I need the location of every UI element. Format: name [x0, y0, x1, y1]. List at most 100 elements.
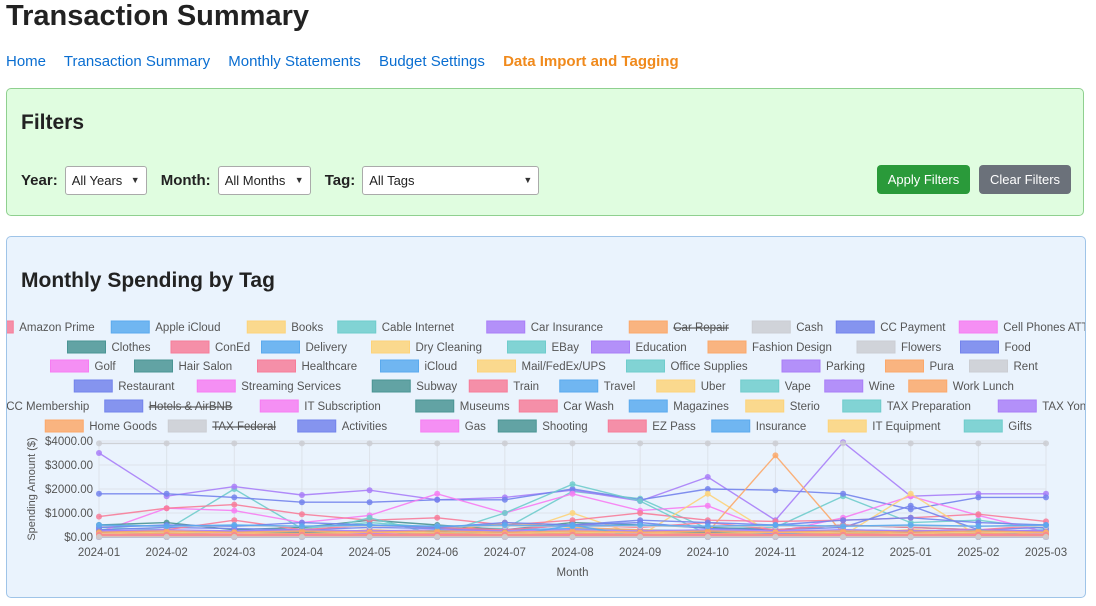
- data-point[interactable]: [840, 440, 847, 447]
- data-point[interactable]: [434, 440, 441, 447]
- legend-item-icloud[interactable]: iCloud: [380, 359, 458, 373]
- legend-item-it-subscription[interactable]: IT Subscription: [259, 399, 381, 413]
- legend-item-dry-cleaning[interactable]: Dry Cleaning: [371, 340, 482, 354]
- data-point[interactable]: [366, 522, 373, 528]
- data-point[interactable]: [1043, 534, 1049, 540]
- data-point[interactable]: [637, 498, 644, 504]
- legend-item-parking[interactable]: Parking: [781, 359, 865, 373]
- legend-item-ez-pass[interactable]: EZ Pass: [607, 419, 696, 433]
- legend-item-tax-yonkers[interactable]: TAX Yonkers: [997, 399, 1085, 413]
- legend-item-flowers[interactable]: Flowers: [856, 340, 942, 354]
- data-point[interactable]: [434, 514, 441, 521]
- data-point[interactable]: [434, 534, 441, 540]
- data-point[interactable]: [975, 440, 982, 447]
- data-point[interactable]: [975, 523, 982, 530]
- nav-budget-settings[interactable]: Budget Settings: [379, 53, 485, 70]
- data-point[interactable]: [907, 522, 914, 528]
- data-point[interactable]: [704, 440, 711, 447]
- data-point[interactable]: [569, 523, 576, 530]
- data-point[interactable]: [840, 490, 847, 497]
- data-point[interactable]: [772, 522, 779, 528]
- data-point[interactable]: [975, 511, 982, 518]
- data-point[interactable]: [231, 522, 238, 528]
- data-point[interactable]: [366, 440, 373, 447]
- data-point[interactable]: [163, 490, 170, 497]
- legend-item-tax-preparation[interactable]: TAX Preparation: [842, 399, 971, 413]
- data-point[interactable]: [840, 517, 847, 524]
- data-point[interactable]: [772, 440, 779, 447]
- legend-item-office-supplies[interactable]: Office Supplies: [626, 359, 748, 373]
- data-point[interactable]: [1043, 522, 1049, 528]
- apply-filters-button[interactable]: Apply Filters: [877, 165, 970, 194]
- data-point[interactable]: [637, 534, 644, 540]
- legend-item-shooting[interactable]: Shooting: [497, 419, 588, 433]
- data-point[interactable]: [704, 474, 711, 480]
- data-point[interactable]: [1043, 440, 1049, 447]
- legend-item-hotels-airbnb[interactable]: Hotels & AirBNB: [104, 399, 233, 413]
- legend-item-coned[interactable]: ConEd: [170, 340, 250, 354]
- legend-item-streaming-services[interactable]: Streaming Services: [196, 379, 341, 393]
- legend-item-tax-federal[interactable]: TAX Federal: [167, 419, 276, 433]
- data-point[interactable]: [298, 523, 305, 530]
- legend-item-hair-salon[interactable]: Hair Salon: [134, 359, 233, 373]
- legend-item-wine[interactable]: Wine: [824, 379, 895, 393]
- data-point[interactable]: [907, 514, 914, 521]
- data-point[interactable]: [366, 499, 373, 506]
- legend-item-clothes[interactable]: Clothes: [67, 340, 151, 354]
- data-point[interactable]: [96, 440, 102, 447]
- data-point[interactable]: [637, 510, 644, 516]
- legend-item-car-insurance[interactable]: Car Insurance: [486, 320, 603, 334]
- data-point[interactable]: [907, 502, 914, 509]
- data-point[interactable]: [96, 450, 102, 456]
- data-point[interactable]: [298, 534, 305, 540]
- data-point[interactable]: [501, 510, 508, 516]
- legend-item-sterio[interactable]: Sterio: [745, 399, 820, 413]
- data-point[interactable]: [569, 490, 576, 497]
- data-point[interactable]: [772, 487, 779, 494]
- legend-item-healthcare[interactable]: Healthcare: [257, 359, 358, 373]
- data-point[interactable]: [501, 522, 508, 528]
- data-point[interactable]: [772, 452, 779, 459]
- data-point[interactable]: [434, 490, 441, 497]
- data-point[interactable]: [96, 513, 102, 520]
- legend-item-ebay[interactable]: EBay: [507, 340, 580, 354]
- data-point[interactable]: [298, 499, 305, 506]
- data-point[interactable]: [163, 440, 170, 447]
- legend-item-museums[interactable]: Museums: [415, 399, 510, 413]
- data-point[interactable]: [231, 494, 238, 501]
- data-point[interactable]: [231, 501, 238, 508]
- nav-home[interactable]: Home: [6, 53, 46, 70]
- data-point[interactable]: [298, 492, 305, 498]
- data-point[interactable]: [163, 523, 170, 530]
- legend-item-gas[interactable]: Gas: [420, 419, 486, 433]
- nav-monthly-statements[interactable]: Monthly Statements: [228, 53, 361, 70]
- data-point[interactable]: [163, 534, 170, 540]
- legend-item-gifts[interactable]: Gifts: [963, 419, 1032, 433]
- data-point[interactable]: [840, 534, 847, 540]
- data-point[interactable]: [298, 511, 305, 518]
- legend-item-activities[interactable]: Activities: [297, 419, 388, 433]
- data-point[interactable]: [704, 534, 711, 540]
- data-point[interactable]: [231, 507, 238, 514]
- legend-item-vape[interactable]: Vape: [740, 379, 811, 393]
- data-point[interactable]: [96, 534, 102, 540]
- legend-item-apple-icloud[interactable]: Apple iCloud: [110, 320, 220, 334]
- data-point[interactable]: [96, 522, 102, 528]
- legend-item-car-repair[interactable]: Car Repair: [628, 320, 729, 334]
- data-point[interactable]: [907, 490, 914, 497]
- legend-item-work-lunch[interactable]: Work Lunch: [908, 379, 1014, 393]
- legend-item-cable-internet[interactable]: Cable Internet: [337, 320, 455, 334]
- data-point[interactable]: [907, 440, 914, 447]
- data-point[interactable]: [434, 523, 441, 530]
- data-point[interactable]: [704, 490, 711, 497]
- data-point[interactable]: [637, 440, 644, 447]
- legend-item-cc-membership[interactable]: CC Membership: [7, 400, 89, 413]
- legend-item-uber[interactable]: Uber: [656, 379, 726, 393]
- data-point[interactable]: [501, 496, 508, 503]
- legend-item-golf[interactable]: Golf: [50, 359, 117, 373]
- nav-transaction-summary[interactable]: Transaction Summary: [64, 53, 210, 70]
- data-point[interactable]: [366, 514, 373, 521]
- legend-item-insurance[interactable]: Insurance: [711, 419, 807, 433]
- legend-item-books[interactable]: Books: [246, 320, 323, 334]
- data-point[interactable]: [704, 502, 711, 509]
